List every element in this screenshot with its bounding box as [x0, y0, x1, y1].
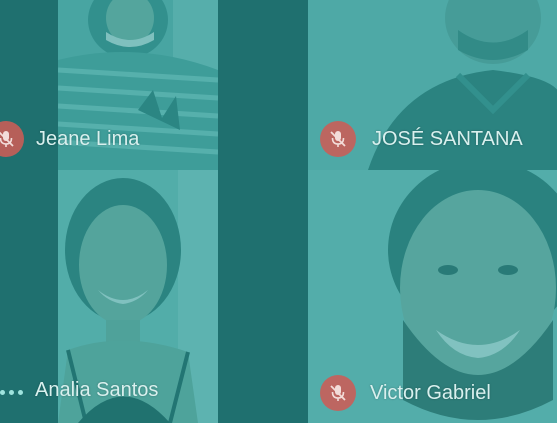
center-gutter [218, 0, 308, 423]
more-dots-icon[interactable] [0, 390, 23, 395]
video-call-grid: Jeane Lima JOSÉ SANTANA Analia Santos Vi… [0, 0, 557, 423]
participant-name: Jeane Lima [36, 127, 140, 150]
participant-name: Analia Santos [35, 379, 159, 401]
mic-off-icon[interactable] [0, 121, 24, 157]
left-gutter [0, 0, 58, 423]
mic-off-icon[interactable] [320, 375, 356, 411]
participant-name: Victor Gabriel [370, 381, 491, 404]
participant-name: JOSÉ SANTANA [372, 127, 523, 150]
participant-label-jeane-lima: Jeane Lima [0, 121, 139, 157]
participant-label-jose-santana: JOSÉ SANTANA [320, 121, 523, 157]
participant-label-victor-gabriel: Victor Gabriel [320, 375, 491, 411]
mic-off-icon[interactable] [320, 121, 356, 157]
participant-label-analia-santos: Analia Santos [35, 379, 158, 402]
